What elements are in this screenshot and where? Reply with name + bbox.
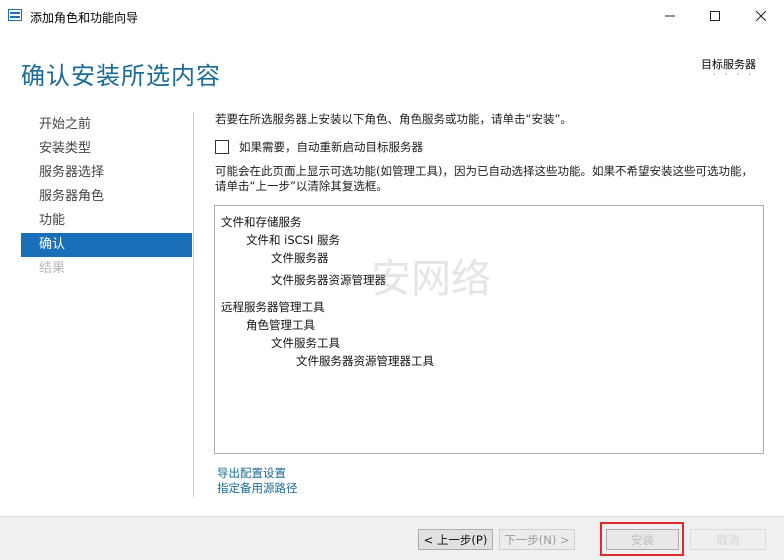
- nav-item-confirmation[interactable]: 确认: [21, 233, 192, 257]
- minimize-button[interactable]: [647, 0, 693, 32]
- nav-item-server-selection[interactable]: 服务器选择: [21, 161, 192, 185]
- nav-divider: [193, 112, 194, 497]
- optional-features-note: 可能会在此页面上显示可选功能(如管理工具)，因为已自动选择这些功能。如果不希望安…: [215, 164, 753, 193]
- close-icon: [756, 11, 766, 21]
- list-item: 文件服务器: [271, 251, 329, 265]
- title-bar: 添加角色和功能向导: [0, 0, 784, 32]
- list-item: 文件服务器资源管理器工具: [296, 354, 434, 368]
- links-area: 导出配置设置 指定备用源路径: [217, 466, 298, 496]
- list-item: 文件和 iSCSI 服务: [246, 233, 341, 247]
- intro-text: 若要在所选服务器上安装以下角色、角色服务或功能，请单击“安装”。: [215, 112, 572, 126]
- nav-item-results: 结果: [39, 261, 66, 276]
- next-button: 下一步(N) >: [499, 529, 575, 550]
- page-title: 确认安装所选内容: [21, 62, 221, 90]
- install-highlight-box: [600, 522, 684, 556]
- maximize-icon: [710, 11, 720, 21]
- window-title: 添加角色和功能向导: [30, 11, 139, 25]
- list-item: 文件和存储服务: [221, 215, 302, 229]
- features-list[interactable]: 文件和存储服务 文件和 iSCSI 服务 文件服务器 文件服务器资源管理器 远程…: [214, 205, 764, 454]
- cancel-button[interactable]: 取消: [690, 529, 766, 550]
- close-button[interactable]: [738, 0, 784, 32]
- restart-option[interactable]: 如果需要，自动重新启动目标服务器: [215, 139, 423, 155]
- maximize-button[interactable]: [692, 0, 738, 32]
- export-config-link[interactable]: 导出配置设置: [217, 466, 298, 481]
- restart-checkbox[interactable]: [215, 140, 229, 154]
- nav-item-installation-type[interactable]: 安装类型: [21, 137, 192, 161]
- server-manager-icon: [8, 9, 22, 21]
- target-server-name: · · · ·: [712, 70, 754, 80]
- watermark-text: 安网络: [371, 256, 491, 302]
- alternate-source-link[interactable]: 指定备用源路径: [217, 481, 298, 496]
- nav-item-features[interactable]: 功能: [21, 209, 192, 233]
- wizard-nav: 开始之前 安装类型 服务器选择 服务器角色 功能 确认 结果: [21, 113, 192, 281]
- nav-item-server-roles[interactable]: 服务器角色: [21, 185, 192, 209]
- previous-button[interactable]: < 上一步(P): [418, 529, 493, 550]
- list-item: 远程服务器管理工具: [221, 300, 325, 314]
- restart-checkbox-label[interactable]: 如果需要，自动重新启动目标服务器: [239, 139, 423, 155]
- nav-item-before-you-begin[interactable]: 开始之前: [21, 113, 192, 137]
- list-item: 文件服务工具: [271, 336, 340, 350]
- list-item: 文件服务器资源管理器: [271, 273, 386, 287]
- minimize-icon: [665, 15, 675, 17]
- list-item: 角色管理工具: [246, 318, 315, 332]
